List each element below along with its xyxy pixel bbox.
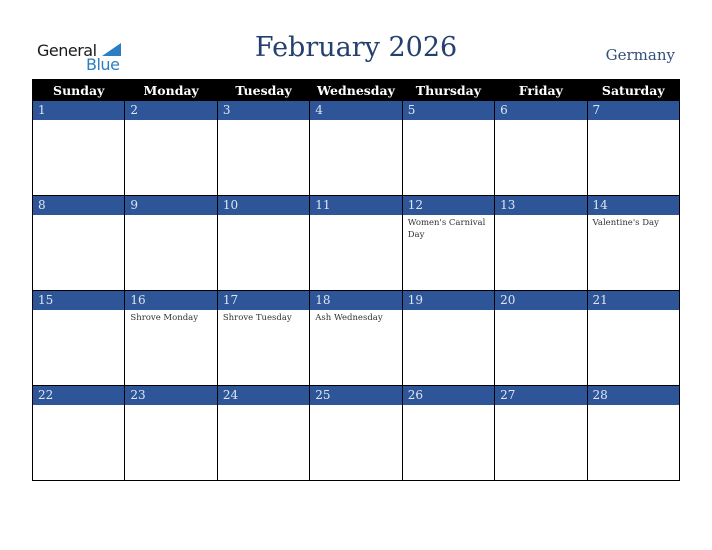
holiday-label <box>125 120 216 122</box>
holiday-label <box>33 215 124 217</box>
country-label: Germany <box>605 46 675 64</box>
calendar-grid: Sunday Monday Tuesday Wednesday Thursday… <box>31 79 681 481</box>
day-cell[interactable]: 16 Shrove Monday <box>124 290 218 386</box>
day-number: 4 <box>309 101 402 120</box>
day-number: 24 <box>216 386 310 405</box>
holiday-label <box>310 120 401 122</box>
holiday-label: Shrove Monday <box>130 313 199 323</box>
day-number: 13 <box>494 196 587 215</box>
weekday-header: Thursday <box>401 79 496 101</box>
day-number: 19 <box>401 291 495 310</box>
holiday-label <box>33 120 124 122</box>
day-number: 1 <box>33 101 125 120</box>
holiday-label <box>218 215 309 217</box>
day-number: 16 <box>124 291 217 310</box>
day-cell[interactable]: 3 <box>216 101 311 196</box>
day-number: 8 <box>33 196 125 215</box>
weekday-header: Tuesday <box>216 79 311 101</box>
day-cell[interactable]: 28 <box>586 385 681 481</box>
holiday-label <box>495 215 586 217</box>
day-cell[interactable]: 13 <box>494 195 588 291</box>
day-number: 5 <box>401 101 495 120</box>
day-cell[interactable]: 22 <box>31 385 126 481</box>
day-cell[interactable]: 5 <box>401 101 496 196</box>
day-number: 22 <box>33 386 125 405</box>
holiday-label <box>403 120 494 122</box>
day-cell[interactable]: 17 Shrove Tuesday <box>216 290 311 386</box>
holiday-label: Valentine's Day <box>592 218 659 228</box>
day-cell[interactable]: 4 <box>309 101 403 196</box>
holiday-label: Shrove Tuesday <box>222 313 292 323</box>
day-cell[interactable]: 23 <box>124 385 218 481</box>
day-number: 11 <box>309 196 402 215</box>
day-cell[interactable]: 26 <box>401 385 496 481</box>
weekday-header: Saturday <box>586 79 681 101</box>
weekday-header: Wednesday <box>309 79 403 101</box>
holiday-label <box>495 120 586 122</box>
day-cell[interactable]: 25 <box>309 385 403 481</box>
holiday-label <box>588 310 679 312</box>
day-cell[interactable]: 27 <box>494 385 588 481</box>
holiday-label: Ash Wednesday <box>315 313 383 323</box>
day-cell[interactable]: 19 <box>401 290 496 386</box>
day-cell[interactable]: 11 <box>309 195 403 291</box>
week-row: 1234567 <box>31 101 681 196</box>
holiday-label: Women's Carnival Day <box>407 218 486 240</box>
holiday-label <box>125 215 216 217</box>
day-number: 25 <box>309 386 402 405</box>
day-number: 15 <box>33 291 125 310</box>
weekday-header-row: Sunday Monday Tuesday Wednesday Thursday… <box>31 79 681 101</box>
day-number: 14 <box>586 196 679 215</box>
day-number: 10 <box>216 196 310 215</box>
day-number: 20 <box>494 291 587 310</box>
week-row: 15 16 Shrove Monday 17 Shrove Tuesday 18 Ash W… <box>31 290 681 386</box>
day-number: 17 <box>216 291 310 310</box>
day-cell[interactable]: 24 <box>216 385 311 481</box>
holiday-label <box>495 310 586 312</box>
day-number: 7 <box>586 101 679 120</box>
holiday-label <box>218 405 309 407</box>
holiday-label <box>403 310 494 312</box>
holiday-label <box>588 405 679 407</box>
weekday-header: Sunday <box>31 79 126 101</box>
day-cell[interactable]: 21 <box>586 290 681 386</box>
day-number: 3 <box>216 101 310 120</box>
day-number: 23 <box>124 386 217 405</box>
holiday-label <box>495 405 586 407</box>
holiday-label <box>33 310 124 312</box>
day-number: 12 <box>401 196 495 215</box>
holiday-label <box>125 405 216 407</box>
holiday-label <box>310 215 401 217</box>
holiday-label <box>403 405 494 407</box>
day-number: 28 <box>586 386 679 405</box>
holiday-label <box>310 405 401 407</box>
day-number: 6 <box>494 101 587 120</box>
day-number: 2 <box>124 101 217 120</box>
week-row: 8 9 10 11 12 Women's Carnival Day 13 14 Valentin… <box>31 195 681 291</box>
day-number: 27 <box>494 386 587 405</box>
day-cell[interactable]: 7 <box>586 101 681 196</box>
weekday-header: Friday <box>494 79 588 101</box>
day-cell[interactable]: 20 <box>494 290 588 386</box>
day-cell[interactable]: 14 Valentine's Day <box>586 195 681 291</box>
day-cell[interactable]: 18 Ash Wednesday <box>309 290 403 386</box>
holiday-label <box>218 120 309 122</box>
day-cell[interactable]: 1 <box>31 101 126 196</box>
day-cell[interactable]: 9 <box>124 195 218 291</box>
day-cell[interactable]: 6 <box>494 101 588 196</box>
day-cell[interactable]: 8 <box>31 195 126 291</box>
weekday-header: Monday <box>124 79 218 101</box>
day-cell[interactable]: 15 <box>31 290 126 386</box>
day-cell[interactable]: 2 <box>124 101 218 196</box>
day-cell[interactable]: 12 Women's Carnival Day <box>401 195 496 291</box>
day-number: 9 <box>124 196 217 215</box>
holiday-label <box>588 120 679 122</box>
day-cell[interactable]: 10 <box>216 195 311 291</box>
day-number: 26 <box>401 386 495 405</box>
week-row: 22 23 24 25 26 27 28 <box>31 385 681 481</box>
day-number: 18 <box>309 291 402 310</box>
holiday-label <box>33 405 124 407</box>
day-number: 21 <box>586 291 679 310</box>
